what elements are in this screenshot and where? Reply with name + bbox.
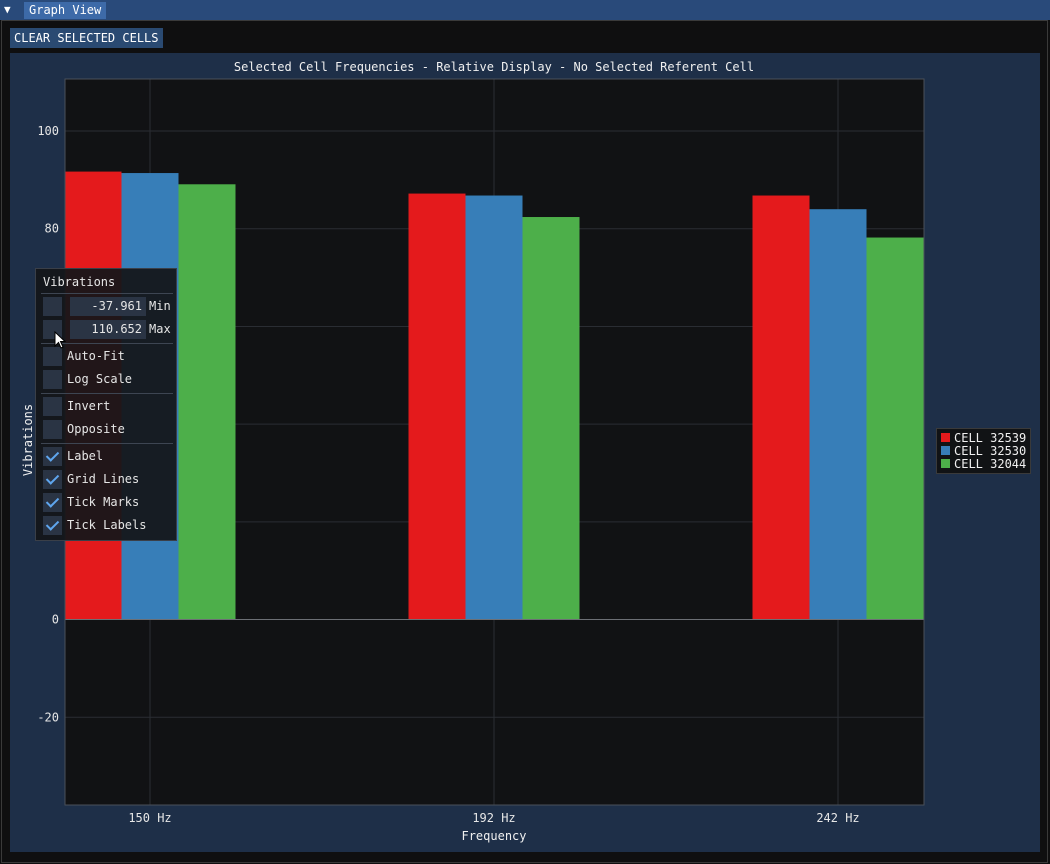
- popup-title: Vibrations: [43, 275, 116, 289]
- label-checkbox[interactable]: [43, 447, 62, 466]
- min-label: Min: [149, 299, 171, 313]
- opposite-label[interactable]: Opposite: [67, 422, 125, 436]
- opposite-checkbox[interactable]: [43, 420, 62, 439]
- legend-label: CELL 32044: [954, 456, 1027, 471]
- legend-swatch: [941, 446, 950, 455]
- y-tick-label: -20: [37, 710, 59, 724]
- min-lock-checkbox[interactable]: [43, 297, 62, 316]
- legend-label: CELL 32530: [954, 443, 1027, 458]
- tick-marks-checkbox[interactable]: [43, 493, 62, 512]
- popup-separator: [41, 443, 173, 444]
- legend-swatch: [941, 459, 950, 468]
- bar-cell-32530-192hz: [465, 195, 523, 620]
- bar-cell-32044-150hz: [178, 184, 236, 620]
- legend-item-cell-32044[interactable]: CELL 32044: [941, 456, 1027, 471]
- tick-labels-checkbox[interactable]: [43, 516, 62, 535]
- grid-lines-checkbox[interactable]: [43, 470, 62, 489]
- x-axis-label: Frequency: [461, 829, 527, 843]
- invert-label[interactable]: Invert: [67, 399, 110, 413]
- x-tick-label: 242 Hz: [816, 811, 859, 825]
- label-option-label[interactable]: Label: [67, 449, 103, 463]
- axis-context-menu: Vibrations -37.961 Min 110.652 Max Auto-…: [35, 268, 177, 541]
- y-tick-label: 100: [37, 124, 59, 138]
- x-tick-label: 150 Hz: [128, 811, 171, 825]
- tick-labels-label[interactable]: Tick Labels: [67, 518, 146, 532]
- log-scale-label[interactable]: Log Scale: [67, 372, 132, 386]
- popup-separator: [41, 293, 173, 294]
- legend-item-cell-32530[interactable]: CELL 32530: [941, 443, 1027, 458]
- bar-cell-32539-192hz: [408, 193, 466, 620]
- bar-cell-32044-242hz: [866, 237, 924, 620]
- log-scale-checkbox[interactable]: [43, 370, 62, 389]
- max-value-input[interactable]: 110.652: [70, 320, 146, 339]
- legend-item-cell-32539[interactable]: CELL 32539: [941, 430, 1027, 445]
- legend: CELL 32539 CELL 32530 CELL 32044: [936, 428, 1032, 474]
- tick-marks-label[interactable]: Tick Marks: [67, 495, 139, 509]
- y-tick-label: 0: [52, 613, 59, 627]
- legend-swatch: [941, 433, 950, 442]
- bar-cell-32539-242hz: [752, 195, 810, 620]
- min-value-input[interactable]: -37.961: [70, 297, 146, 316]
- invert-checkbox[interactable]: [43, 397, 62, 416]
- bar-cell-32530-242hz: [809, 209, 867, 620]
- auto-fit-label[interactable]: Auto-Fit: [67, 349, 125, 363]
- mouse-cursor-icon: [54, 331, 66, 349]
- x-tick-label: 192 Hz: [472, 811, 515, 825]
- popup-separator: [41, 393, 173, 394]
- max-label: Max: [149, 322, 171, 336]
- legend-label: CELL 32539: [954, 430, 1027, 445]
- auto-fit-checkbox[interactable]: [43, 347, 62, 366]
- y-tick-label: 80: [45, 222, 59, 236]
- bar-cell-32044-192hz: [522, 217, 580, 620]
- grid-lines-label[interactable]: Grid Lines: [67, 472, 139, 486]
- y-axis-label: Vibrations: [21, 403, 35, 477]
